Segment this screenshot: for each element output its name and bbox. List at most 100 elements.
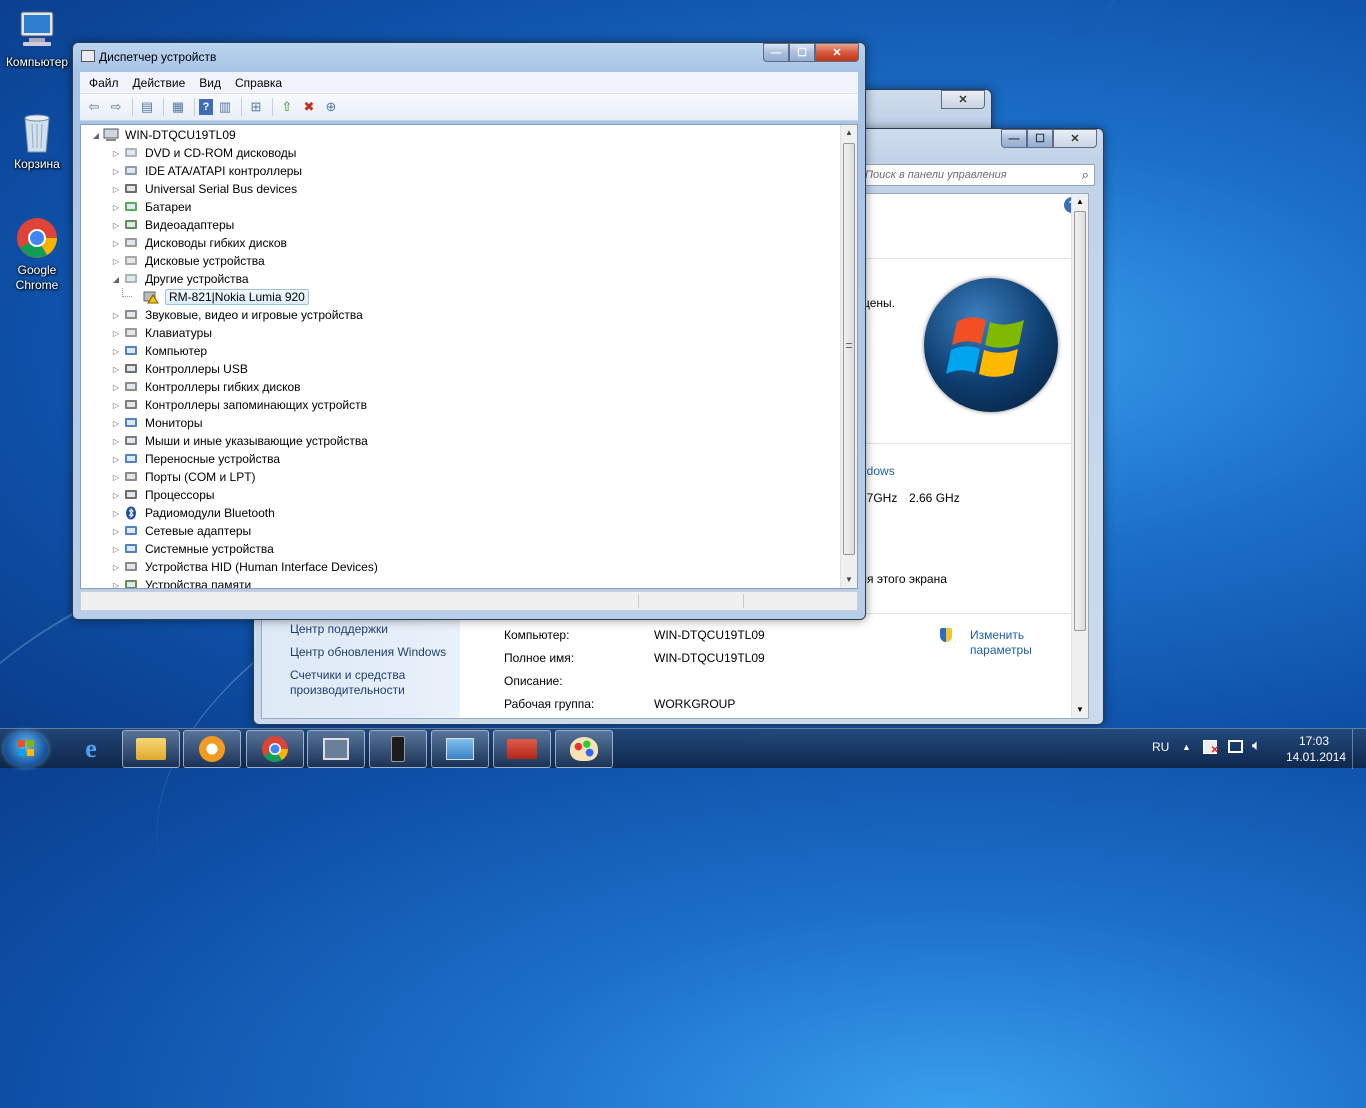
tree-category[interactable]: ▷ Устройства памяти [111,576,251,589]
show-desktop-button[interactable] [1352,729,1366,769]
menu-file[interactable]: Файл [89,76,119,90]
expand-icon[interactable]: ▷ [111,383,121,392]
help-icon[interactable]: ? [199,99,213,115]
menu-help[interactable]: Справка [235,76,282,90]
minimize-button[interactable]: — [763,43,789,62]
expand-icon[interactable]: ▷ [111,527,121,536]
collapse-icon[interactable]: ◢ [91,131,101,140]
expand-icon[interactable]: ▷ [111,221,121,230]
back-icon[interactable]: ⇦ [84,97,104,117]
tree-category[interactable]: ◢ Другие устройства [111,270,249,288]
menu-view[interactable]: Вид [199,76,221,90]
taskbar-toolbox[interactable] [493,730,551,768]
sidebar-link-windows-update[interactable]: Центр обновления Windows [290,645,446,659]
taskbar-explorer[interactable] [122,730,180,768]
maximize-button[interactable]: ☐ [1027,129,1053,148]
properties-icon[interactable]: ▦ [168,97,188,117]
menu-action[interactable]: Действие [133,76,186,90]
tree-category[interactable]: ▷ Системные устройства [111,540,274,558]
forward-icon[interactable]: ⇨ [106,97,126,117]
close-button[interactable]: ✕ [815,43,859,62]
expand-icon[interactable]: ▷ [111,563,121,572]
taskbar-phone[interactable] [369,730,427,768]
change-settings-link[interactable]: Изменить параметры [940,628,1056,658]
tree-category[interactable]: ▷ Клавиатуры [111,324,212,342]
tree-category[interactable]: ▷ Мониторы [111,414,203,432]
tree-category[interactable]: ▷ Компьютер [111,342,207,360]
collapse-icon[interactable]: ◢ [111,275,121,284]
expand-icon[interactable]: ▷ [111,419,121,428]
taskbar-control-panel[interactable] [431,730,489,768]
desktop-icon-chrome[interactable]: Google Chrome [2,216,72,293]
expand-icon[interactable]: ▷ [111,257,121,266]
tree-category[interactable]: ▷ Сетевые адаптеры [111,522,251,540]
tree-category[interactable]: ▷ Контроллеры запоминающих устройств [111,396,367,414]
expand-icon[interactable]: ▷ [111,545,121,554]
volume-icon[interactable]: 🔈︎ [1252,737,1261,754]
tree-category[interactable]: ▷ Устройства HID (Human Interface Devices… [111,558,378,576]
tree-category[interactable]: ▷ DVD и CD-ROM дисководы [111,144,296,162]
taskbar-device-manager[interactable] [307,730,365,768]
expand-icon[interactable]: ▷ [111,239,121,248]
taskbar-ie[interactable]: e [62,730,120,768]
tree-category[interactable]: ▷ Дисководы гибких дисков [111,234,287,252]
tree-category[interactable]: ▷ Дисковые устройства [111,252,265,270]
taskbar-paint[interactable] [555,730,613,768]
tree-child-item[interactable]: RM-821|Nokia Lumia 920 [131,288,309,306]
expand-icon[interactable]: ▷ [111,329,121,338]
expand-icon[interactable]: ▷ [111,401,121,410]
tree-root[interactable]: ◢ WIN-DTQCU19TL09 [91,126,236,144]
sidebar-link-performance[interactable]: Счетчики и средства производительности [290,668,450,698]
close-icon[interactable]: ✕ [941,90,985,109]
scan-hardware-icon[interactable]: ⊞ [246,97,266,117]
desktop-icon-recycle-bin[interactable]: Корзина [2,110,72,172]
language-indicator[interactable]: RU [1152,740,1169,754]
expand-icon[interactable]: ▷ [111,167,121,176]
expand-icon[interactable]: ▷ [111,473,121,482]
tree-category[interactable]: ▷ Контроллеры USB [111,360,248,378]
expand-icon[interactable]: ▷ [111,365,121,374]
close-button[interactable]: ✕ [1053,129,1097,148]
expand-icon[interactable]: ▷ [111,491,121,500]
update-driver-icon[interactable]: ⇧ [277,97,297,117]
action-center-icon[interactable]: ✕ [1203,740,1219,756]
tree-category[interactable]: ▷ Контроллеры гибких дисков [111,378,301,396]
tree-category[interactable]: ▷ Процессоры [111,486,215,504]
expand-icon[interactable]: ▷ [111,509,121,518]
network-icon[interactable] [1228,740,1243,753]
tree-category[interactable]: ▷ Мыши и иные указывающие устройства [111,432,368,450]
clock-date[interactable]: 14.01.2014 [1286,750,1346,764]
tree-category[interactable]: ▷ Видеоадаптеры [111,216,234,234]
tree-category[interactable]: ▷ Радиомодули Bluetooth [111,504,275,522]
minimize-button[interactable]: — [1001,129,1027,148]
show-hidden-icons[interactable]: ▲ [1182,742,1191,752]
tree-scrollbar[interactable]: ▲ ▼ [840,125,857,588]
clock-time[interactable]: 17:03 [1299,734,1329,748]
expand-icon[interactable]: ▷ [111,149,121,158]
tree-category[interactable]: ▷ Порты (COM и LPT) [111,468,256,486]
expand-icon[interactable]: ▷ [111,437,121,446]
expand-icon[interactable]: ▷ [111,185,121,194]
action-pane-icon[interactable]: ▥ [215,97,235,117]
expand-icon[interactable]: ▷ [111,347,121,356]
enable-device-icon[interactable]: ⊕ [321,97,341,117]
expand-icon[interactable]: ▷ [111,455,121,464]
search-box[interactable]: Поиск в панели управления ⌕ [859,164,1095,186]
console-tree-icon[interactable]: ▤ [137,97,157,117]
tree-category[interactable]: ▷ Батареи [111,198,191,216]
taskbar-media-player[interactable] [183,730,241,768]
uninstall-icon[interactable]: ✖ [299,97,319,117]
expand-icon[interactable]: ▷ [111,311,121,320]
desktop-icon-computer[interactable]: Компьютер [2,8,72,70]
taskbar-chrome[interactable] [246,730,304,768]
tree-category[interactable]: ▷ Звуковые, видео и игровые устройства [111,306,363,324]
expand-icon[interactable]: ▷ [111,203,121,212]
sidebar-link-support-center[interactable]: Центр поддержки [290,622,388,636]
tree-category[interactable]: ▷ Переносные устройства [111,450,280,468]
maximize-button[interactable]: ☐ [789,43,815,62]
expand-icon[interactable]: ▷ [111,581,121,589]
tree-category[interactable]: ▷ IDE ATA/ATAPI контроллеры [111,162,302,180]
start-button[interactable] [4,731,48,767]
tree-category[interactable]: ▷ Universal Serial Bus devices [111,180,297,198]
system-scrollbar[interactable]: ▲ ▼ [1071,194,1088,718]
